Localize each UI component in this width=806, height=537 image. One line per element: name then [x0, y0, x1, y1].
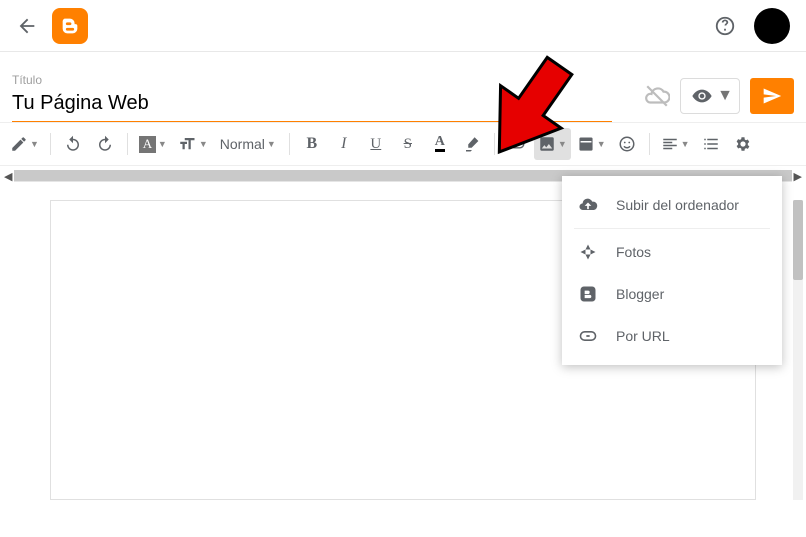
cloud-off-icon — [644, 83, 670, 109]
paragraph-style-label: Normal — [220, 136, 265, 152]
caret-down-icon: ▼ — [717, 87, 733, 105]
font-size-button[interactable]: ▼ — [173, 128, 212, 160]
align-button[interactable]: ▼ — [657, 128, 694, 160]
font-icon: A — [139, 136, 156, 153]
menu-item-upload[interactable]: Subir del ordenador — [562, 184, 782, 226]
bold-icon: B — [306, 135, 317, 153]
video-icon — [577, 135, 595, 153]
list-button[interactable] — [696, 128, 726, 160]
settings-button[interactable] — [728, 128, 758, 160]
caret-down-icon: ▼ — [681, 139, 690, 149]
menu-item-url[interactable]: Por URL — [562, 315, 782, 357]
menu-item-photos[interactable]: Fotos — [562, 231, 782, 273]
italic-icon: I — [341, 135, 346, 153]
caret-down-icon: ▼ — [558, 139, 567, 149]
scrollbar-vertical[interactable] — [793, 200, 803, 500]
insert-image-menu: Subir del ordenador Fotos Blogger Por UR… — [562, 176, 782, 365]
menu-item-blogger[interactable]: Blogger — [562, 273, 782, 315]
title-row: Título ▼ — [0, 52, 806, 122]
title-label: Título — [12, 73, 612, 87]
menu-item-label: Fotos — [616, 244, 651, 260]
underline-icon: U — [370, 136, 381, 153]
link-icon — [508, 135, 526, 153]
post-title-input[interactable] — [12, 89, 612, 122]
text-color-button[interactable]: A — [425, 128, 455, 160]
compose-mode-button[interactable]: ▼ — [6, 128, 43, 160]
insert-image-button[interactable]: ▼ — [534, 128, 571, 160]
text-size-icon — [177, 135, 197, 153]
user-avatar[interactable] — [754, 8, 790, 44]
undo-icon — [64, 135, 82, 153]
separator — [494, 133, 495, 155]
link-icon — [578, 326, 598, 346]
highlighter-icon — [463, 135, 481, 153]
insert-video-button[interactable]: ▼ — [573, 128, 610, 160]
editor-toolbar: ▼ A ▼ ▼ Normal ▼ B I U S A ▼ ▼ ▼ — [0, 122, 806, 166]
text-color-icon: A — [435, 136, 445, 152]
scrollbar-thumb[interactable] — [793, 200, 803, 280]
menu-item-label: Subir del ordenador — [616, 197, 739, 213]
separator — [649, 133, 650, 155]
preview-button[interactable]: ▼ — [680, 78, 740, 114]
menu-item-label: Blogger — [616, 286, 664, 302]
highlight-button[interactable] — [457, 128, 487, 160]
insert-emoji-button[interactable] — [612, 128, 642, 160]
bold-button[interactable]: B — [297, 128, 327, 160]
back-button[interactable] — [16, 15, 38, 37]
gear-icon — [734, 135, 752, 153]
blogger-icon — [578, 284, 598, 304]
list-icon — [702, 135, 720, 153]
photos-pinwheel-icon — [578, 242, 598, 262]
underline-button[interactable]: U — [361, 128, 391, 160]
redo-icon — [96, 135, 114, 153]
publish-button[interactable] — [750, 78, 794, 114]
menu-separator — [574, 228, 770, 229]
caret-down-icon: ▼ — [267, 139, 276, 149]
undo-button[interactable] — [58, 128, 88, 160]
italic-button[interactable]: I — [329, 128, 359, 160]
font-family-button[interactable]: A ▼ — [135, 128, 171, 160]
pencil-icon — [10, 135, 28, 153]
cloud-upload-icon — [578, 195, 598, 215]
strikethrough-icon: S — [404, 136, 412, 153]
redo-button[interactable] — [90, 128, 120, 160]
separator — [50, 133, 51, 155]
strikethrough-button[interactable]: S — [393, 128, 423, 160]
emoji-icon — [618, 135, 636, 153]
caret-down-icon: ▼ — [597, 139, 606, 149]
caret-down-icon: ▼ — [199, 139, 208, 149]
caret-down-icon: ▼ — [30, 139, 39, 149]
ruler-left-arrow-icon[interactable]: ◀ — [4, 170, 12, 183]
caret-down-icon: ▼ — [158, 139, 167, 149]
eye-icon — [691, 85, 713, 107]
separator — [289, 133, 290, 155]
blogger-logo — [52, 8, 88, 44]
paragraph-style-button[interactable]: Normal ▼ — [214, 128, 282, 160]
image-icon — [538, 135, 556, 153]
separator — [127, 133, 128, 155]
align-left-icon — [661, 135, 679, 153]
insert-link-button[interactable] — [502, 128, 532, 160]
help-button[interactable] — [714, 15, 736, 37]
send-icon — [762, 86, 782, 106]
menu-item-label: Por URL — [616, 328, 670, 344]
top-bar — [0, 0, 806, 52]
ruler-right-arrow-icon[interactable]: ▶ — [794, 170, 802, 183]
